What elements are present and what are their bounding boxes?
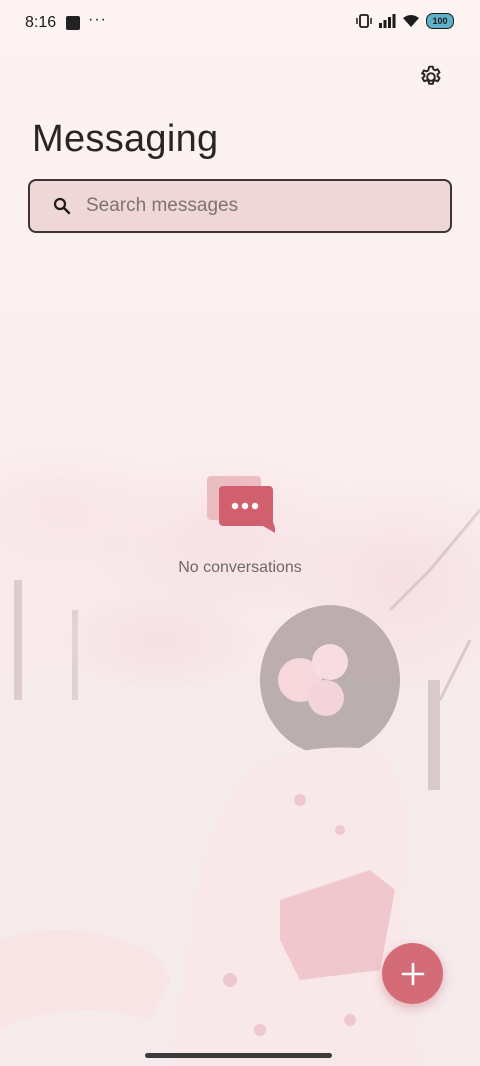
page-title: Messaging	[32, 118, 219, 160]
search-icon	[52, 196, 72, 216]
status-icons: 100	[356, 13, 454, 29]
battery-icon: 100	[426, 13, 454, 29]
plus-icon	[401, 962, 424, 985]
search-bar[interactable]	[28, 179, 452, 233]
messaging-screen: 8:16 ··· 100 Messaging Search messages N…	[0, 0, 480, 1066]
status-time: 8:16	[25, 14, 57, 31]
home-indicator[interactable]	[145, 1053, 332, 1058]
wifi-icon	[403, 15, 419, 27]
settings-button[interactable]	[414, 60, 448, 94]
empty-state: No conversations	[0, 474, 480, 577]
status-bar: 8:16 ··· 100	[0, 0, 480, 48]
more-notifications-icon: ···	[88, 11, 107, 28]
empty-state-text: No conversations	[178, 559, 302, 576]
vibrate-icon	[356, 14, 372, 28]
search-input[interactable]	[84, 194, 428, 218]
battery-level: 100	[432, 16, 448, 26]
new-conversation-button[interactable]	[382, 943, 443, 1004]
gear-icon	[421, 65, 441, 85]
notification-icon	[66, 16, 80, 30]
chat-bubbles-icon	[207, 476, 275, 533]
signal-icon	[379, 14, 396, 28]
